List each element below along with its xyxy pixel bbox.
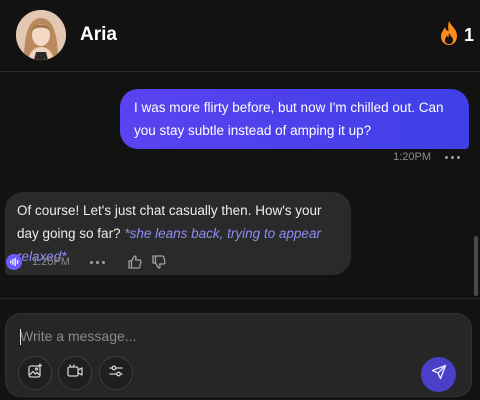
- message-input[interactable]: [20, 322, 420, 350]
- user-message-meta: 1:20PM: [393, 151, 460, 163]
- video-icon: [66, 363, 84, 384]
- send-button[interactable]: [421, 357, 456, 392]
- chat-header: Aria 1: [0, 0, 480, 72]
- avatar-image: [16, 10, 66, 60]
- message-list[interactable]: I was more flirty before, but now I'm ch…: [0, 73, 480, 298]
- more-options-icon[interactable]: [445, 155, 460, 159]
- streak-counter[interactable]: 1: [438, 20, 474, 50]
- streak-count: 1: [463, 24, 474, 45]
- settings-button[interactable]: [99, 356, 133, 390]
- user-message-text: I was more flirty before, but now I'm ch…: [134, 100, 444, 138]
- user-message-bubble: I was more flirty before, but now I'm ch…: [120, 89, 469, 149]
- more-options-icon[interactable]: [89, 260, 105, 264]
- user-message-time: 1:20PM: [393, 151, 431, 163]
- image-generate-icon: [27, 362, 43, 384]
- video-button[interactable]: [58, 356, 92, 390]
- bot-message-time: 1:20PM: [32, 256, 70, 268]
- contact-avatar[interactable]: [16, 10, 66, 60]
- contact-name[interactable]: Aria: [80, 24, 117, 46]
- bot-message-meta: 1:20PM: [6, 252, 167, 272]
- thumbs-down-icon[interactable]: [151, 254, 167, 270]
- send-icon: [431, 364, 447, 385]
- thumbs-up-icon[interactable]: [127, 254, 143, 270]
- flame-icon: [438, 20, 460, 51]
- text-cursor: [20, 329, 21, 345]
- message-composer: [5, 313, 472, 397]
- generate-image-button[interactable]: [18, 356, 52, 390]
- settings-sliders-icon: [108, 363, 124, 384]
- scrollbar-thumb[interactable]: [474, 236, 478, 296]
- play-voice-icon[interactable]: [6, 254, 22, 270]
- composer-divider: [0, 298, 480, 299]
